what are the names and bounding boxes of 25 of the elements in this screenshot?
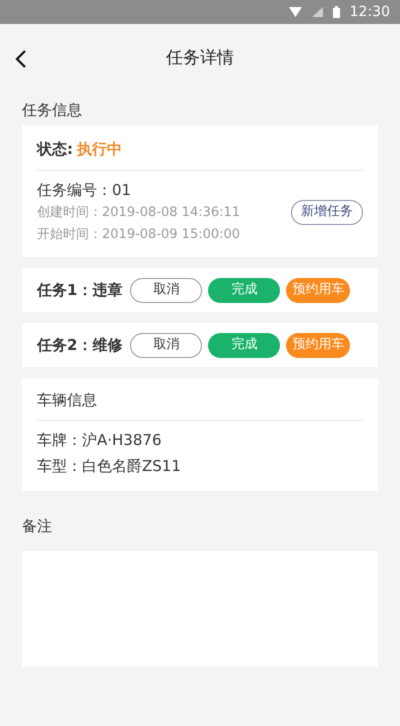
task-label: 任务1：违章 [37, 280, 122, 301]
clock: 12:30 [350, 2, 390, 22]
section-title: 任务信息 [22, 100, 82, 121]
task-button[interactable]: 预约用车 [286, 332, 350, 358]
wifi-icon [288, 7, 302, 17]
signal-icon [312, 7, 323, 17]
task-button[interactable]: 完成 [208, 332, 280, 358]
remarks-title: 备注 [22, 516, 52, 537]
task-button[interactable]: 预约用车 [286, 278, 350, 302]
task-button[interactable]: 完成 [208, 278, 280, 302]
task-button[interactable]: 取消 [130, 332, 202, 358]
car-model: 车型：白色名爵ZS11 [37, 456, 182, 477]
task-label: 任务2：维修 [37, 334, 122, 356]
task-number: 任务编号：01 [37, 180, 132, 201]
back-icon[interactable] [15, 50, 27, 68]
status-value: 执行中 [77, 138, 122, 160]
vehicle-title: 车辆信息 [37, 390, 97, 411]
status-label: 状态: [37, 138, 73, 160]
page-title: 任务详情 [166, 47, 234, 70]
plate-number: 车牌：沪A·H3876 [37, 430, 162, 451]
add-task-button[interactable]: 新增任务 [291, 200, 363, 224]
task-button[interactable]: 取消 [130, 278, 202, 302]
battery-icon [332, 6, 340, 18]
created-time: 创建时间：2019-08-08 14:36:11 [37, 204, 240, 222]
start-time: 开始时间：2019-08-09 15:00:00 [37, 226, 240, 244]
